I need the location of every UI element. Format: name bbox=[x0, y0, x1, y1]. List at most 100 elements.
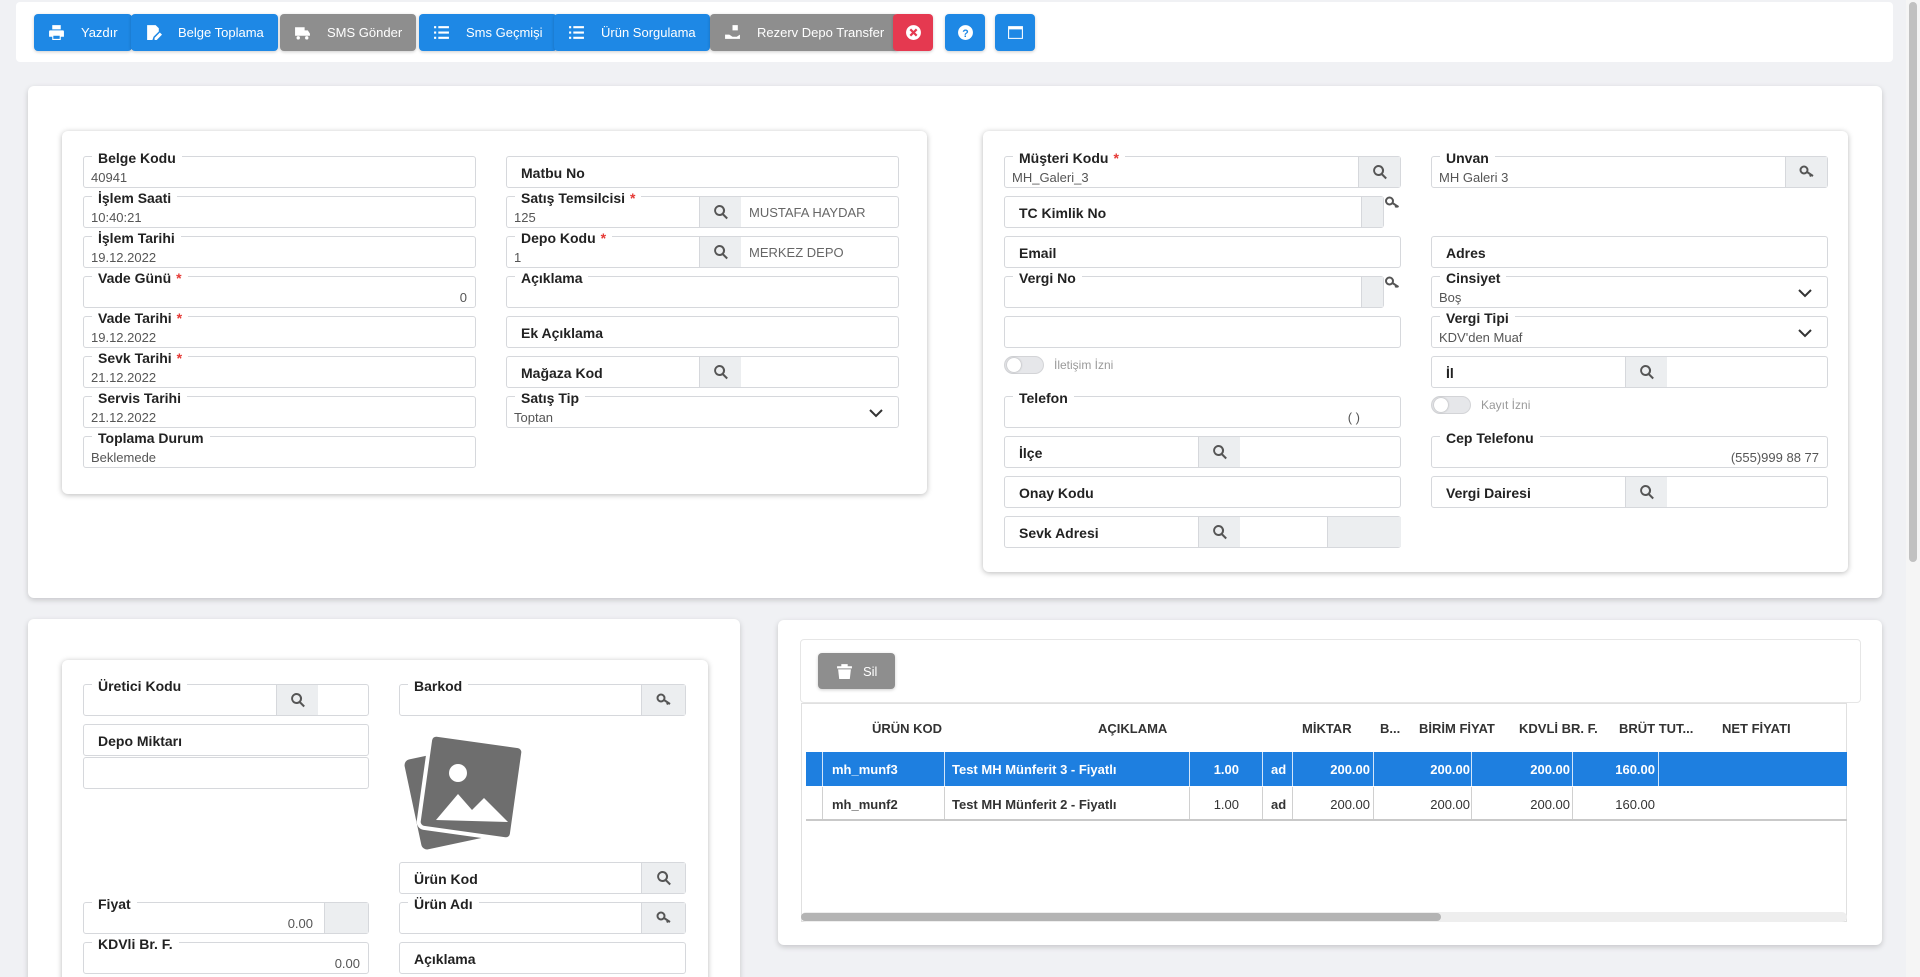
chevron-down-icon bbox=[1798, 289, 1812, 298]
column-header[interactable]: AÇIKLAMA bbox=[1098, 721, 1167, 736]
shipping-address-search-button[interactable] bbox=[1198, 517, 1240, 547]
email-field[interactable]: Email bbox=[1004, 236, 1401, 268]
mobile-phone-field[interactable]: Cep Telefonu (555)999 88 77 bbox=[1431, 430, 1828, 468]
cancel-button[interactable] bbox=[893, 14, 933, 51]
producer-search-button[interactable] bbox=[276, 685, 318, 715]
tc-id-field[interactable]: TC Kimlik No bbox=[1004, 196, 1384, 228]
shipment-date-field[interactable]: Sevk Tarihi * 21.12.2022 bbox=[83, 350, 476, 388]
scrollbar-thumb[interactable] bbox=[1909, 2, 1917, 562]
due-days-field[interactable]: Vade Günü * 0 bbox=[83, 270, 476, 308]
send-sms-button[interactable]: SMS Gönder bbox=[280, 14, 417, 51]
customer-search-button[interactable] bbox=[1358, 157, 1400, 187]
window-button[interactable] bbox=[995, 14, 1035, 51]
tax-type-select[interactable]: Vergi Tipi KDV'den Muaf bbox=[1431, 310, 1828, 348]
scrollbar-thumb[interactable] bbox=[801, 913, 1441, 921]
barcode-field[interactable]: Barkod bbox=[399, 678, 686, 716]
phone-field[interactable]: Telefon( ) bbox=[1004, 390, 1401, 428]
help-button[interactable]: ? bbox=[945, 14, 985, 51]
depot-code-field[interactable]: Depo Kodu * 1 MERKEZ DEPO bbox=[506, 230, 899, 268]
sales-rep-search-button[interactable] bbox=[699, 197, 741, 227]
registration-permission-toggle[interactable]: Kayıt İzni bbox=[1431, 396, 1530, 414]
sales-type-select[interactable]: Satış Tip Toptan bbox=[506, 390, 899, 428]
cell-divider bbox=[1262, 752, 1263, 786]
table-row[interactable]: mh_munf2 Test MH Münferit 2 - Fiyatlı 1.… bbox=[806, 787, 1847, 821]
depot-search-button[interactable] bbox=[699, 237, 741, 267]
product-description-field[interactable]: Açıklama bbox=[399, 942, 686, 974]
collect-document-button[interactable]: Belge Toplama bbox=[131, 14, 278, 51]
description-field[interactable]: Açıklama bbox=[506, 270, 899, 308]
column-header[interactable]: B... bbox=[1380, 721, 1400, 736]
gender-select[interactable]: Cinsiyet Boş bbox=[1431, 270, 1828, 308]
toggle-switch[interactable] bbox=[1004, 356, 1044, 374]
process-date-field[interactable]: İşlem Tarihi 19.12.2022 bbox=[83, 230, 476, 268]
customer-code-field[interactable]: Müşteri Kodu * MH_Galeri_3 bbox=[1004, 150, 1401, 188]
due-date-field[interactable]: Vade Tarihi * 19.12.2022 bbox=[83, 310, 476, 348]
column-header[interactable]: BRÜT TUT... bbox=[1619, 721, 1693, 736]
extra-description-field[interactable]: Ek Açıklama bbox=[506, 316, 899, 348]
title-field[interactable]: Unvan MH Galeri 3 bbox=[1431, 150, 1828, 188]
approval-code-field[interactable]: Onay Kodu bbox=[1004, 476, 1401, 508]
key-icon[interactable] bbox=[1384, 196, 1401, 210]
contact-permission-toggle[interactable]: İletişim İzni bbox=[1004, 356, 1113, 374]
store-search-button[interactable] bbox=[699, 357, 741, 387]
cell-divider bbox=[822, 752, 823, 786]
store-code-field[interactable]: Mağaza Kod bbox=[506, 356, 899, 388]
horizontal-scrollbar[interactable] bbox=[801, 912, 1847, 922]
collection-status-field[interactable]: Toplama Durum Beklemede bbox=[83, 430, 476, 468]
product-query-button[interactable]: Ürün Sorgulama bbox=[554, 14, 710, 51]
product-name-lookup-button[interactable] bbox=[641, 903, 685, 933]
title-lookup-button[interactable] bbox=[1785, 157, 1827, 187]
producer-code-field[interactable]: Üretici Kodu bbox=[83, 678, 369, 716]
sales-rep-field[interactable]: Satış Temsilcisi * 125 MUSTAFA HAYDAR bbox=[506, 190, 899, 228]
cell-divider bbox=[1572, 787, 1573, 819]
shipping-address-field[interactable]: Sevk Adresi bbox=[1004, 516, 1401, 548]
district-search-button[interactable] bbox=[1198, 437, 1240, 467]
tax-no-field[interactable]: Vergi No bbox=[1004, 270, 1384, 308]
vertical-scrollbar[interactable] bbox=[1906, 0, 1920, 977]
blank-field[interactable] bbox=[1004, 316, 1401, 348]
cell-divider bbox=[1658, 752, 1659, 786]
shipment-date-label: Sevk Tarihi bbox=[98, 350, 172, 366]
product-name-field[interactable]: Ürün Adı bbox=[399, 896, 686, 934]
tax-office-field[interactable]: Vergi Dairesi bbox=[1431, 476, 1828, 508]
province-field[interactable]: İl bbox=[1431, 356, 1828, 388]
print-button[interactable]: Yazdır bbox=[34, 14, 132, 51]
depot-quantity-field[interactable]: Depo Miktarı bbox=[83, 724, 369, 756]
product-code-search-button[interactable] bbox=[641, 863, 685, 893]
column-header[interactable]: ÜRÜN KOD bbox=[872, 721, 942, 736]
column-header[interactable]: NET FİYATI bbox=[1722, 721, 1791, 736]
search-icon bbox=[713, 365, 728, 380]
search-icon bbox=[1372, 165, 1387, 180]
cell-divider bbox=[822, 787, 823, 819]
address-field[interactable]: Adres bbox=[1431, 236, 1828, 268]
required-marker: * bbox=[1113, 150, 1119, 166]
tax-office-search-button[interactable] bbox=[1625, 477, 1667, 507]
column-header[interactable]: MİKTAR bbox=[1302, 721, 1352, 736]
reserve-depot-transfer-button[interactable]: Rezerv Depo Transfer bbox=[710, 14, 899, 51]
process-time-field[interactable]: İşlem Saati 10:40:21 bbox=[83, 190, 476, 228]
column-header[interactable]: BİRİM FİYAT bbox=[1419, 721, 1495, 736]
province-search-button[interactable] bbox=[1625, 357, 1667, 387]
vat-unit-price-field[interactable]: KDVli Br. F. 0.00 bbox=[83, 936, 369, 974]
column-header[interactable]: KDVLİ BR. F. bbox=[1519, 721, 1598, 736]
cell-divider bbox=[1471, 752, 1472, 786]
sms-history-button[interactable]: Sms Geçmişi bbox=[419, 14, 557, 51]
sales-rep-label: Satış Temsilcisi bbox=[521, 190, 626, 206]
service-date-field[interactable]: Servis Tarihi 21.12.2022 bbox=[83, 390, 476, 428]
price-field[interactable]: Fiyat 0.00 bbox=[83, 896, 369, 934]
cell-divider bbox=[1572, 752, 1573, 786]
district-field[interactable]: İlçe bbox=[1004, 436, 1401, 468]
cell-divider bbox=[1292, 752, 1293, 786]
document-code-field[interactable]: Belge Kodu 40941 bbox=[83, 150, 476, 188]
table-row[interactable]: mh_munf3 Test MH Münferit 3 - Fiyatlı 1.… bbox=[806, 752, 1847, 786]
delete-button[interactable]: Sil bbox=[818, 653, 896, 689]
svg-text:?: ? bbox=[962, 28, 968, 40]
cell-divider bbox=[1373, 752, 1374, 786]
product-code-field[interactable]: Ürün Kod bbox=[399, 862, 686, 894]
printed-no-field[interactable]: Matbu No bbox=[506, 156, 899, 188]
cell-divider bbox=[1373, 787, 1374, 819]
key-icon[interactable] bbox=[1384, 276, 1401, 290]
toggle-switch[interactable] bbox=[1431, 396, 1471, 414]
due-date-label: Vade Tarihi bbox=[98, 310, 172, 326]
barcode-lookup-button[interactable] bbox=[641, 685, 685, 715]
